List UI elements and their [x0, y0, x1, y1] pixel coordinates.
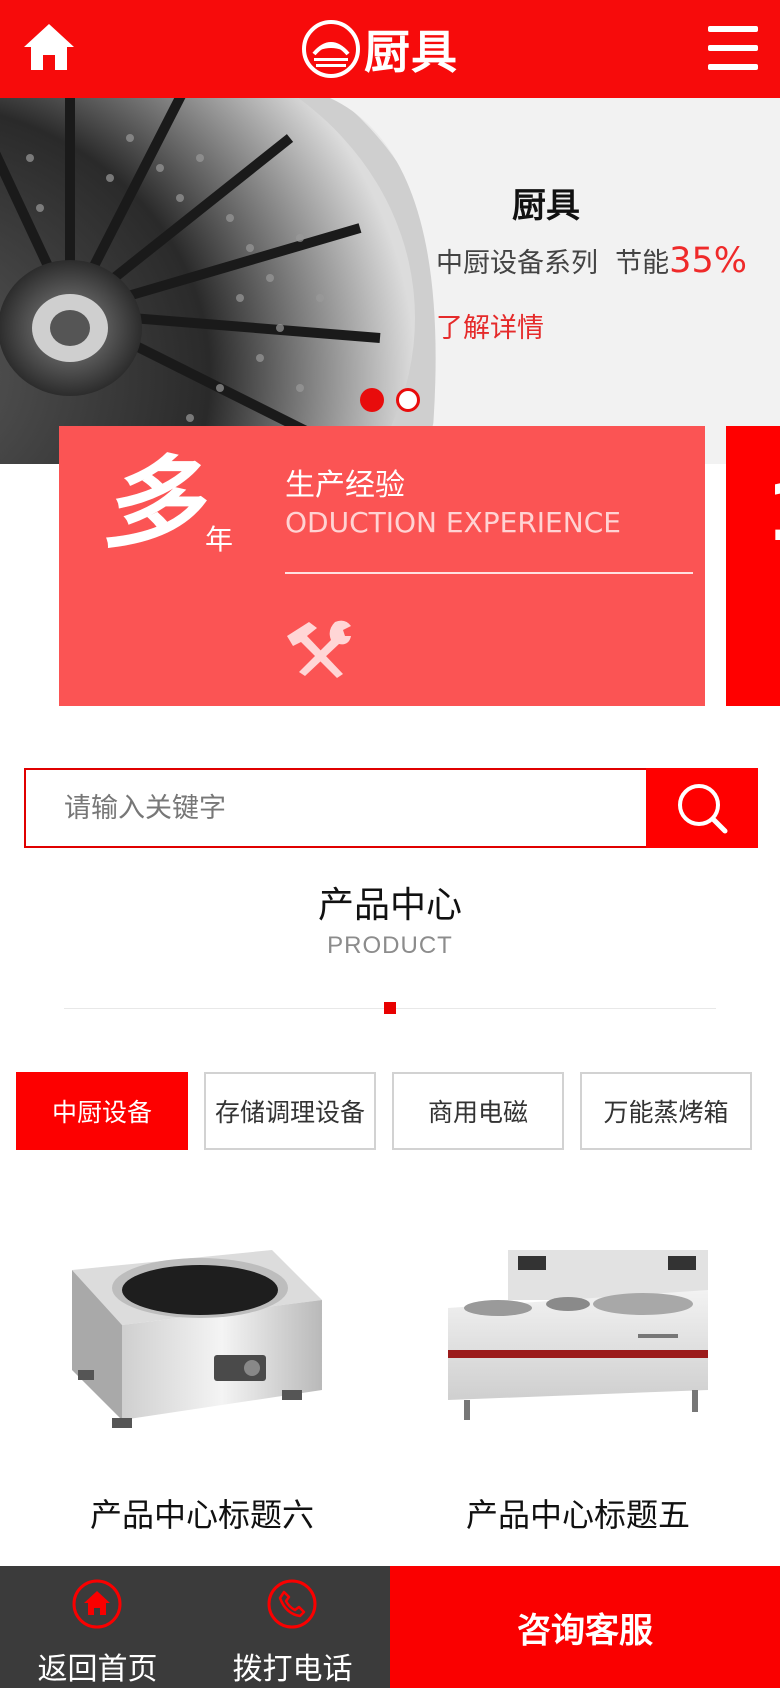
product-category-tabs: 中厨设备 存储调理设备 商用电磁 万能蒸烤箱	[16, 1072, 764, 1150]
hammer-wrench-icon	[287, 620, 351, 678]
product-image-double-burner-stove	[448, 1250, 708, 1420]
experience-next-text: 1	[766, 466, 780, 559]
tab-combi-oven[interactable]: 万能蒸烤箱	[580, 1072, 752, 1150]
banner-title: 厨具	[512, 186, 580, 226]
slide-dot-1[interactable]	[360, 388, 384, 412]
product-title[interactable]: 产品中心标题五	[408, 1490, 748, 1536]
product-section-subtitle: PRODUCT	[327, 932, 453, 959]
footer-call-label: 拨打电话	[232, 1652, 353, 1687]
product-title[interactable]: 产品中心标题六	[32, 1490, 372, 1536]
consult-service-button[interactable]: 咨询客服	[390, 1566, 780, 1688]
tab-storage-equipment[interactable]: 存储调理设备	[204, 1072, 376, 1150]
footer-left-panel: 返回首页 拨打电话	[0, 1566, 390, 1688]
site-logo[interactable]: 厨具	[302, 18, 458, 80]
slide-dot-2[interactable]	[396, 388, 420, 412]
footer-call-button[interactable]: 拨打电话	[195, 1566, 390, 1688]
logo-emblem-icon	[302, 20, 360, 78]
section-divider-marker	[384, 1002, 396, 1014]
experience-big-char: 多	[101, 445, 201, 562]
product-card[interactable]: 产品中心标题五	[408, 1230, 748, 1534]
banner-details-link[interactable]: 了解详情	[436, 306, 544, 345]
home-icon[interactable]	[22, 20, 76, 74]
search-icon	[678, 784, 728, 834]
footer-home-label: 返回首页	[37, 1652, 158, 1687]
experience-title: 生产经验	[285, 468, 405, 503]
logo-text: 厨具	[364, 25, 458, 79]
top-header: 厨具	[0, 0, 780, 98]
search-input[interactable]	[28, 772, 648, 844]
banner-subtitle: 中厨设备系列 节能35%	[436, 241, 747, 281]
product-section-title: 产品中心	[317, 885, 462, 926]
bottom-action-bar: 返回首页 拨打电话 咨询客服	[0, 1566, 780, 1688]
experience-divider	[285, 572, 693, 574]
experience-english: ODUCTION EXPERIENCE	[285, 506, 621, 539]
experience-card[interactable]: 多 年 生产经验 ODUCTION EXPERIENCE	[59, 426, 705, 706]
banner-series: 中厨设备系列	[436, 248, 598, 279]
search-bar	[24, 768, 758, 848]
product-image-induction-wok-stove	[72, 1250, 322, 1428]
tab-commercial-induction[interactable]: 商用电磁	[392, 1072, 564, 1150]
experience-unit: 年	[205, 523, 234, 556]
banner-saving: 节能	[615, 248, 670, 279]
hero-banner[interactable]: 厨具 中厨设备系列 节能35% 了解详情	[0, 98, 780, 464]
search-button[interactable]	[646, 768, 758, 848]
footer-home-button[interactable]: 返回首页	[0, 1566, 195, 1688]
home-circle-icon	[72, 1579, 122, 1629]
experience-card-next[interactable]: 1	[726, 426, 780, 706]
banner-percent: 35%	[669, 241, 747, 281]
hamburger-menu-icon[interactable]	[708, 26, 758, 70]
tab-kitchen-equipment[interactable]: 中厨设备	[16, 1072, 188, 1150]
product-card[interactable]: 产品中心标题六	[32, 1230, 372, 1534]
phone-circle-icon	[267, 1579, 317, 1629]
